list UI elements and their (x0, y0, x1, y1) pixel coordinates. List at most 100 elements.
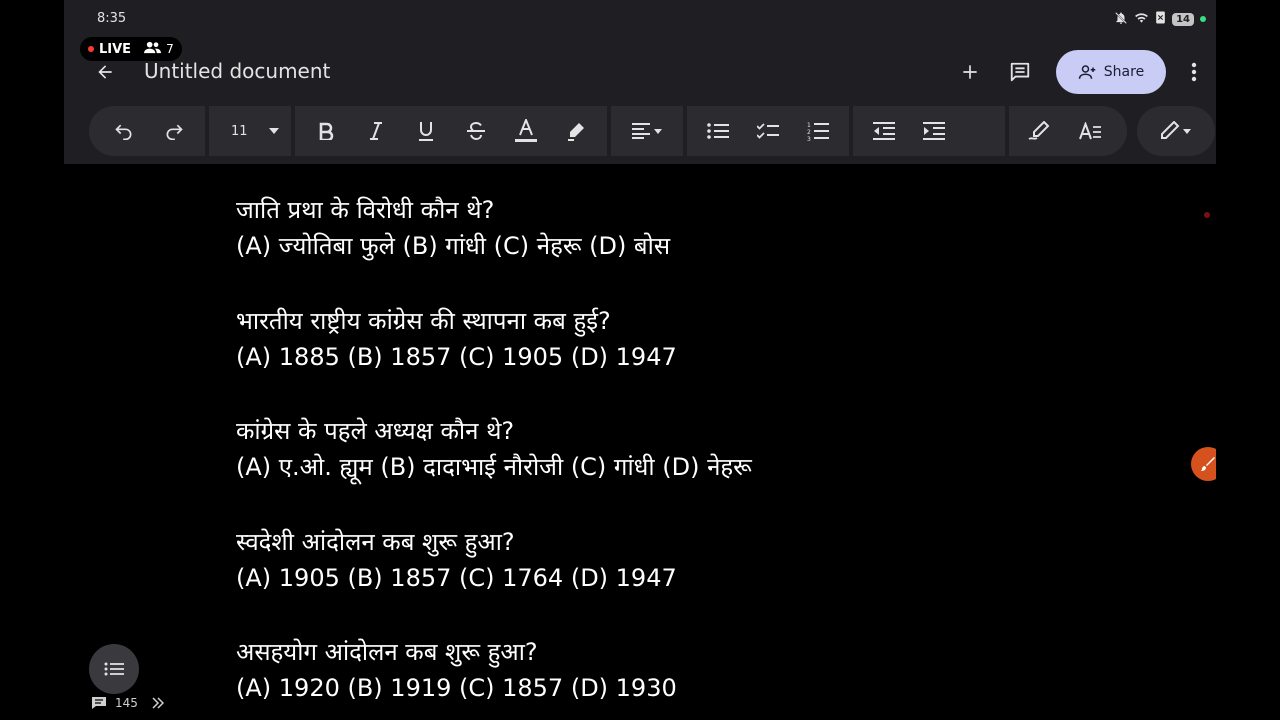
font-size-group: 11 (209, 106, 291, 156)
arrow-back-icon (98, 65, 112, 79)
options-text: (A) 1905 (B) 1857 (C) 1764 (D) 1947 (236, 563, 677, 592)
wifi-icon (1134, 11, 1149, 28)
comment-icon (1010, 62, 1030, 82)
options-text: (A) 1885 (B) 1857 (C) 1905 (D) 1947 (236, 342, 677, 371)
list-group: 123 (687, 106, 849, 156)
text-style-group (295, 106, 607, 156)
numbered-list-icon: 123 (807, 122, 829, 141)
misc-group (1009, 106, 1127, 156)
question-block: भारतीय राष्ट्रीय कांग्रेस की स्थापना कब … (236, 303, 1036, 414)
italic-icon (370, 122, 382, 140)
options-text: (A) ज्योतिबा फुले (B) गांधी (C) नेहरू (D… (236, 232, 671, 260)
brush-icon (1201, 457, 1215, 471)
undo-icon (115, 124, 132, 140)
question-text: जाति प्रथा के विरोधी कौन थे? (236, 196, 495, 224)
share-button[interactable]: Share (1056, 50, 1166, 94)
decrease-indent-icon (873, 122, 895, 140)
checklist-icon (757, 123, 779, 139)
add-button[interactable] (948, 50, 992, 94)
text-format-button[interactable] (1065, 106, 1115, 156)
text-color-icon (515, 119, 537, 142)
text-format-icon (1079, 122, 1101, 140)
double-chevron-right-icon (152, 697, 164, 709)
align-button[interactable] (617, 106, 677, 156)
privacy-indicator-dot (1200, 16, 1206, 22)
comments-button[interactable] (998, 50, 1042, 94)
document-title[interactable]: Untitled document (144, 59, 330, 83)
redo-icon (166, 124, 183, 140)
history-group (89, 106, 205, 156)
question-block: स्वदेशी आंदोलन कब शुरू हुआ? (A) 1905 (B)… (236, 524, 1036, 635)
strikethrough-icon (467, 122, 485, 140)
italic-button[interactable] (351, 106, 401, 156)
status-icons: 14 (1114, 10, 1206, 28)
svg-text:3: 3 (807, 136, 811, 141)
top-actions: Share (948, 50, 1216, 94)
draw-button[interactable] (1015, 106, 1065, 156)
highlight-button[interactable] (551, 106, 601, 156)
format-toolbar: 11 1 2 3 (89, 106, 1215, 156)
back-button[interactable] (90, 57, 120, 87)
app-bar: 8:35 14 LIVE 7 Untitled document Share 1… (64, 0, 1216, 164)
redo-button[interactable] (149, 106, 199, 156)
more-options-button[interactable] (1172, 50, 1216, 94)
align-left-icon (632, 123, 662, 139)
recording-dot (1204, 212, 1210, 218)
scribble-pen-icon (1028, 121, 1050, 140)
comment-count: 145 (115, 696, 138, 710)
bold-icon (319, 122, 334, 140)
person-add-icon (1078, 65, 1096, 79)
chat-bubble-icon (92, 697, 106, 709)
share-label: Share (1103, 64, 1145, 80)
document-body[interactable]: जाति प्रथा के विरोधी कौन थे? (A) ज्योतिब… (236, 192, 1036, 720)
question-block: जाति प्रथा के विरोधी कौन थे? (A) ज्योतिब… (236, 192, 1036, 303)
document-outline-button[interactable] (89, 644, 139, 694)
status-time: 8:35 (97, 11, 127, 26)
people-icon (144, 41, 162, 58)
question-text: कांग्रेस के पहले अध्यक्ष कौन थे? (236, 417, 515, 445)
dropdown-arrow-icon (269, 128, 279, 134)
options-text: (A) ए.ओ. ह्यूम (B) दादाभाई नौरोजी (C) गा… (236, 453, 752, 481)
floating-brush-button[interactable] (1191, 447, 1216, 481)
highlighter-icon (568, 123, 584, 141)
pencil-icon (1161, 121, 1191, 139)
question-block: कांग्रेस के पहले अध्यक्ष कौन थे? (A) ए.ओ… (236, 413, 1036, 524)
align-group (611, 106, 683, 156)
app-frame: 8:35 14 LIVE 7 Untitled document Share 1… (64, 0, 1216, 720)
underline-icon (419, 122, 433, 141)
outline-list-icon (104, 662, 124, 676)
question-text: भारतीय राष्ट्रीय कांग्रेस की स्थापना कब … (236, 306, 611, 335)
undo-button[interactable] (99, 106, 149, 156)
svg-text:1: 1 (807, 122, 811, 129)
plus-icon (963, 65, 977, 79)
live-comments[interactable]: 145 (91, 694, 164, 712)
decrease-indent-button[interactable] (859, 106, 909, 156)
bulleted-list-icon (707, 123, 729, 139)
bold-button[interactable] (301, 106, 351, 156)
comment-count-wrap: 145 (91, 696, 138, 710)
font-size-value: 11 (231, 123, 248, 139)
increase-indent-icon (923, 122, 945, 140)
options-text: (A) 1920 (B) 1919 (C) 1857 (D) 1930 (236, 674, 677, 702)
indent-group (853, 106, 1005, 156)
svg-text:2: 2 (807, 129, 811, 136)
numbered-list-button[interactable]: 123 (793, 106, 843, 156)
live-label: LIVE (99, 41, 132, 57)
underline-button[interactable] (401, 106, 451, 156)
more-vert-icon (1191, 62, 1197, 82)
font-size-select[interactable]: 11 (215, 106, 285, 156)
viewer-count: 7 (166, 42, 174, 56)
question-text: स्वदेशी आंदोलन कब शुरू हुआ? (236, 527, 515, 556)
bulleted-list-button[interactable] (693, 106, 743, 156)
text-color-button[interactable] (501, 106, 551, 156)
sim-off-icon (1155, 11, 1166, 27)
checklist-button[interactable] (743, 106, 793, 156)
increase-indent-button[interactable] (909, 106, 959, 156)
editing-mode-button[interactable] (1147, 106, 1205, 156)
editing-mode-group (1137, 106, 1215, 156)
battery-level: 14 (1172, 12, 1194, 26)
live-dot-icon (88, 46, 94, 52)
question-text: असहयोग आंदोलन कब शुरू हुआ? (236, 638, 538, 666)
strikethrough-button[interactable] (451, 106, 501, 156)
question-block: असहयोग आंदोलन कब शुरू हुआ? (A) 1920 (B) … (236, 634, 1036, 720)
